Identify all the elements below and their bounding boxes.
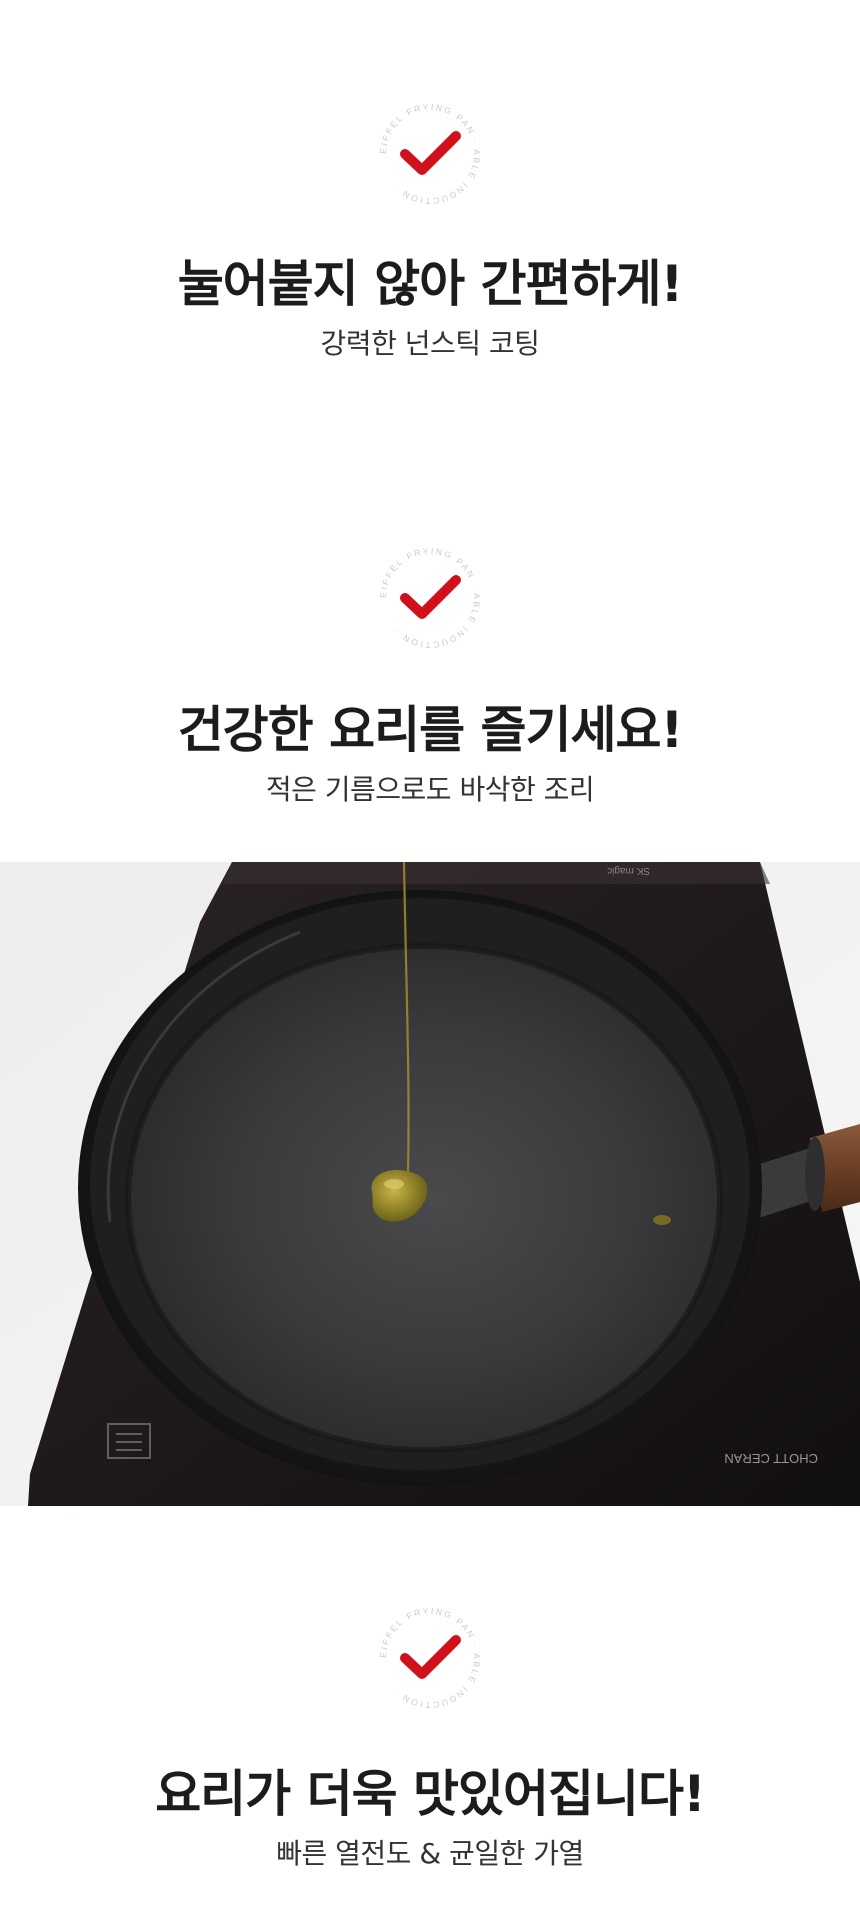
svg-text:EIFFEL FRYING PAN · ABLE INDUC: EIFFEL FRYING PAN · ABLE INDUCTION · bbox=[378, 102, 482, 206]
svg-text:EIFFEL FRYING PAN · ABLE INDUC: EIFFEL FRYING PAN · ABLE INDUCTION · bbox=[378, 546, 482, 650]
headline-3: 요리가 더욱 맛있어집니다! bbox=[155, 1765, 706, 1823]
subline-2: 적은 기름으로도 바삭한 조리 bbox=[265, 773, 595, 806]
check-icon: EIFFEL FRYING PAN · ABLE INDUCTION · bbox=[378, 546, 482, 650]
headline-1: 눌어붙지 않아 간편하게! bbox=[177, 255, 684, 313]
subline-1: 강력한 넌스틱 코팅 bbox=[320, 327, 540, 360]
check-badge-1: EIFFEL FRYING PAN · ABLE INDUCTION · bbox=[378, 102, 482, 206]
check-badge-3: EIFFEL FRYING PAN · ABLE INDUCTION · bbox=[378, 1606, 482, 1710]
frying-pan-image: SK magic CHOTT CERAN bbox=[0, 862, 860, 1506]
check-icon: EIFFEL FRYING PAN · ABLE INDUCTION · bbox=[378, 1606, 482, 1710]
svg-text:EIFFEL FRYING PAN · ABLE INDUC: EIFFEL FRYING PAN · ABLE INDUCTION · bbox=[378, 1606, 482, 1710]
svg-text:SK magic: SK magic bbox=[607, 865, 650, 876]
headline-2: 건강한 요리를 즐기세요! bbox=[177, 701, 684, 759]
svg-text:CHOTT CERAN: CHOTT CERAN bbox=[724, 1451, 818, 1466]
frying-pan-photo: SK magic CHOTT CERAN bbox=[0, 862, 860, 1506]
subline-3: 빠른 열전도 & 균일한 가열 bbox=[276, 1837, 584, 1870]
check-icon: EIFFEL FRYING PAN · ABLE INDUCTION · bbox=[378, 102, 482, 206]
check-badge-2: EIFFEL FRYING PAN · ABLE INDUCTION · bbox=[378, 546, 482, 650]
